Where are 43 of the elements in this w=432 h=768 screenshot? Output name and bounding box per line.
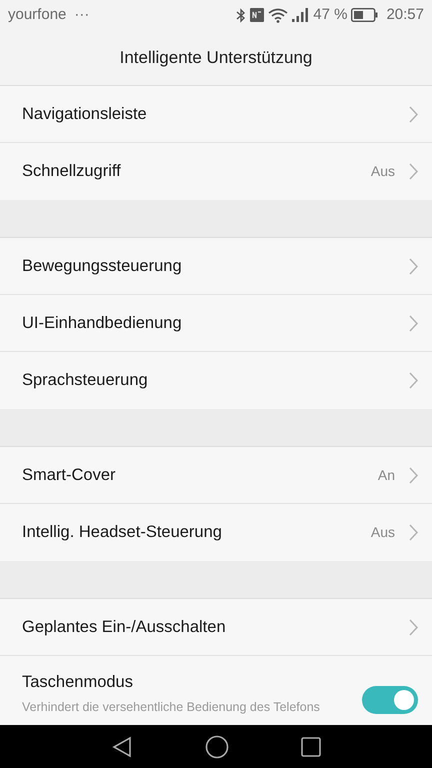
chevron-icon <box>409 618 418 636</box>
settings-row[interactable]: Bewegungssteuerung <box>0 238 432 295</box>
home-icon[interactable] <box>205 734 229 758</box>
settings-row[interactable]: Sprachsteuerung <box>0 352 432 409</box>
settings-row[interactable]: Intellig. Headset-Steuerung Aus <box>0 504 432 561</box>
bluetooth-icon <box>236 8 246 22</box>
row-value: Aus <box>370 162 395 181</box>
wifi-icon <box>268 8 288 22</box>
nfc-icon <box>250 8 264 22</box>
row-value: An <box>378 466 395 484</box>
row-label: Intellig. Headset-Steuerung <box>22 522 222 544</box>
chevron-icon <box>409 524 418 541</box>
screen-title: Intelligente Unterstützung <box>120 46 312 69</box>
battery-icon <box>351 8 378 22</box>
more-indicator: ··· <box>74 4 90 25</box>
row-label: Taschenmodus <box>22 672 134 693</box>
clock-time: 20:57 <box>386 4 424 25</box>
battery-percent: 47 % <box>313 4 348 25</box>
row-label: Bewegungssteuerung <box>22 256 182 277</box>
settings-row[interactable]: Geplantes Ein-/Ausschalten <box>0 599 432 656</box>
row-label: Smart-Cover <box>22 464 116 486</box>
row-value: Aus <box>370 523 395 542</box>
back-icon[interactable] <box>111 736 133 758</box>
row-label: Schnellzugriff <box>22 161 121 182</box>
settings-row[interactable]: UI-Einhandbedienung <box>0 295 432 352</box>
settings-row[interactable]: Navigationsleiste <box>0 86 432 143</box>
chevron-icon <box>409 466 418 484</box>
row-label: UI-Einhandbedienung <box>22 312 182 334</box>
chevron-icon <box>409 106 418 122</box>
signal-icon <box>292 8 310 22</box>
row-label: Navigationsleiste <box>22 104 147 125</box>
settings-row[interactable]: Smart-Cover An <box>0 447 432 504</box>
row-label: Sprachsteuerung <box>22 370 148 392</box>
carrier-name: yourfone <box>8 4 66 25</box>
recents-icon[interactable] <box>301 736 321 756</box>
chevron-icon <box>409 163 418 180</box>
settings-row[interactable]: Schnellzugriff Aus <box>0 143 432 200</box>
chevron-icon <box>409 314 418 332</box>
row-label: Geplantes Ein-/Ausschalten <box>22 616 226 638</box>
chevron-icon <box>409 372 418 389</box>
chevron-icon <box>409 258 418 274</box>
toggle-switch[interactable] <box>362 686 418 714</box>
row-description: Verhindert die versehentliche Bedienung des Telefons <box>22 698 320 715</box>
